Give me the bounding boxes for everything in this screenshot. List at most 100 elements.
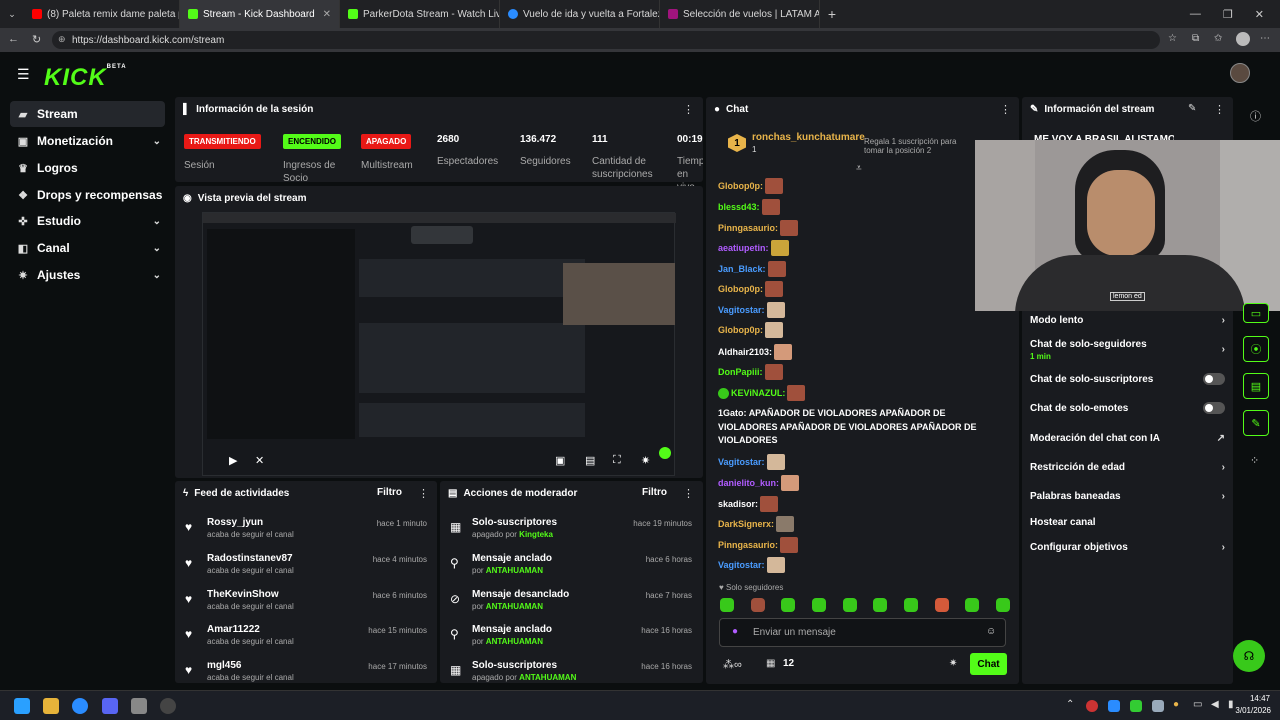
subscribers-only-toggle[interactable]	[1203, 373, 1225, 385]
chat-settings-gear-icon[interactable]: ✷	[949, 658, 957, 669]
emote-icon[interactable]	[750, 598, 765, 612]
setting-banned-words[interactable]: Palabras baneadas ›	[1030, 491, 1225, 502]
back-icon[interactable]: ←	[8, 33, 19, 45]
sidebar-item-ajustes[interactable]: ✷ Ajustes ⌄	[10, 262, 165, 288]
sidebar-item-stream[interactable]: ▰ Stream	[10, 101, 165, 127]
chat-send-button[interactable]: Chat	[970, 653, 1007, 675]
tray-app-icon[interactable]	[1108, 700, 1120, 712]
favorites-icon[interactable]: ✩	[1214, 33, 1222, 44]
chat-username[interactable]: KEViNAZUL:	[731, 388, 785, 398]
top-gifter-name[interactable]: ronchas_kunchatumare	[752, 132, 865, 143]
chat-username[interactable]: DarkSignerx:	[718, 519, 774, 529]
favorite-star-icon[interactable]: ☆	[1168, 33, 1177, 44]
play-icon[interactable]: ▶	[229, 454, 237, 467]
window-close-icon[interactable]: ✕	[1255, 8, 1264, 21]
windows-start-icon[interactable]	[14, 698, 30, 714]
rail-tools-button[interactable]: ✎	[1243, 410, 1269, 436]
close-icon[interactable]: ✕	[317, 9, 331, 20]
chat-username[interactable]: Jan_Black:	[718, 264, 766, 274]
more-vertical-icon[interactable]: ⋮	[683, 487, 694, 500]
microphone-tray-icon[interactable]: ●	[1173, 699, 1179, 710]
mod-filter-button[interactable]: Filtro	[642, 487, 667, 498]
info-icon[interactable]: ⓘ	[1250, 108, 1261, 124]
tray-app-icon[interactable]	[1086, 700, 1098, 712]
mod-user-link[interactable]: ANTAHUAMAN	[519, 673, 576, 682]
minimize-icon[interactable]: —	[1190, 8, 1201, 21]
mod-user-link[interactable]: ANTAHUAMAN	[486, 602, 543, 611]
chat-username[interactable]: Globop0p:	[718, 181, 763, 191]
emote-icon[interactable]	[995, 598, 1010, 612]
clock-date[interactable]: 3/01/2026	[1229, 706, 1271, 715]
apps-icon[interactable]: ⁘	[1250, 454, 1259, 467]
mute-icon[interactable]: ✕	[255, 454, 264, 467]
more-vertical-icon[interactable]: ⋮	[683, 103, 694, 116]
setting-host-channel[interactable]: Hostear canal	[1030, 517, 1225, 528]
emote-icon[interactable]	[720, 598, 734, 612]
file-explorer-icon[interactable]	[43, 698, 59, 714]
pip-icon[interactable]: ▣	[555, 454, 565, 467]
steam-icon[interactable]	[1152, 700, 1164, 712]
activity-filter-button[interactable]: Filtro	[377, 487, 402, 498]
browser-tab-1[interactable]: (8) Paleta remix dame paleta paleta✕	[24, 0, 180, 28]
browser-tab-4[interactable]: Vuelo de ida y vuelta a Fortaleza |✕	[500, 0, 660, 28]
browser-tab-3[interactable]: ParkerDota Stream - Watch Live on✕	[340, 0, 500, 28]
sidebar-item-estudio[interactable]: ✜ Estudio ⌄	[10, 208, 165, 234]
setting-ai-moderation[interactable]: Moderación del chat con IA ↗	[1030, 433, 1225, 444]
network-icon[interactable]: ▭	[1193, 699, 1202, 710]
chat-username[interactable]: skadisor:	[718, 499, 758, 509]
chat-users-icon[interactable]: ⁂∞	[723, 658, 742, 671]
tab-list-chevron-icon[interactable]: ⌄	[0, 9, 24, 20]
clock-time[interactable]: 14:47	[1244, 694, 1270, 703]
support-button[interactable]: ☊	[1233, 640, 1265, 672]
rail-broadcast-button[interactable]: ⦿	[1243, 336, 1269, 362]
sidebar-item-canal[interactable]: ◧ Canal ⌄	[10, 235, 165, 261]
sidebar-item-monetizacion[interactable]: ▣ Monetización ⌄	[10, 128, 165, 154]
emote-icon[interactable]	[811, 598, 826, 612]
emote-icon[interactable]	[934, 598, 949, 612]
chat-username[interactable]: aeatiupetin:	[718, 243, 769, 253]
rail-layout-button[interactable]: ▤	[1243, 373, 1269, 399]
more-icon[interactable]: ⋯	[1260, 33, 1270, 44]
mod-user-link[interactable]: ANTAHUAMAN	[486, 637, 543, 646]
chat-username[interactable]: 1Gato:	[718, 408, 747, 418]
edge-icon[interactable]	[72, 698, 88, 714]
emotes-only-toggle[interactable]	[1203, 402, 1225, 414]
sidebar-item-drops[interactable]: ❖ Drops y recompensas	[10, 182, 165, 208]
chat-username[interactable]: Pinngasaurio:	[718, 223, 778, 233]
emote-icon[interactable]	[781, 598, 796, 612]
obs-icon[interactable]	[160, 698, 176, 714]
chat-username[interactable]: Vagitostar:	[718, 560, 765, 570]
theater-icon[interactable]: ▤	[585, 454, 595, 467]
browser-tab-5[interactable]: Selección de vuelos | LATAM Airline✕	[660, 0, 820, 28]
chat-input[interactable]: ● Enviar un mensaje ☺	[719, 618, 1006, 647]
setting-age-restriction[interactable]: Restricción de edad ›	[1030, 462, 1225, 473]
browser-tab-2[interactable]: Stream - Kick Dashboard ✕	[180, 0, 340, 28]
gift-sub-prompt[interactable]: Regala 1 suscripción para tomar la posic…	[864, 137, 979, 155]
setting-goals[interactable]: Configurar objetivos ›	[1030, 542, 1225, 553]
site-info-icon[interactable]: ⊕	[58, 34, 66, 45]
rail-chat-button[interactable]: ▭	[1243, 303, 1269, 323]
user-avatar[interactable]	[1230, 63, 1250, 83]
chat-username[interactable]: danielito_kun:	[718, 478, 779, 488]
emoji-picker-icon[interactable]: ☺	[986, 626, 996, 637]
discord-icon[interactable]	[102, 698, 118, 714]
chat-username[interactable]: Vagitostar:	[718, 305, 765, 315]
stream-video[interactable]: ▶ ✕ ▣ ▤ ⛶ ✷	[202, 212, 676, 476]
microphone-icon[interactable]: ●	[732, 626, 738, 637]
emote-icon[interactable]	[965, 598, 980, 612]
chat-username[interactable]: Pinngasaurio:	[718, 540, 778, 550]
edit-pencil-icon[interactable]: ✎	[1188, 103, 1196, 114]
settings-gear-icon[interactable]: ✷	[641, 454, 650, 467]
kick-logo[interactable]: KICKBETA	[44, 64, 127, 92]
url-input[interactable]: ⊕ https://dashboard.kick.com/stream	[52, 31, 1160, 49]
fullscreen-icon[interactable]: ⛶	[613, 454, 621, 467]
tray-chevron-icon[interactable]: ⌃	[1066, 699, 1074, 710]
chat-username[interactable]: Vagitostar:	[718, 457, 765, 467]
more-vertical-icon[interactable]: ⋮	[1000, 103, 1011, 116]
chat-username[interactable]: DonPapiii:	[718, 367, 763, 377]
emote-icon[interactable]	[842, 598, 857, 612]
mod-user-link[interactable]: Kingteka	[519, 530, 553, 539]
volume-icon[interactable]: ◀	[1211, 699, 1219, 710]
chat-username[interactable]: Aldhair2103:	[718, 347, 772, 357]
extensions-icon[interactable]: ⧉	[1192, 33, 1199, 44]
